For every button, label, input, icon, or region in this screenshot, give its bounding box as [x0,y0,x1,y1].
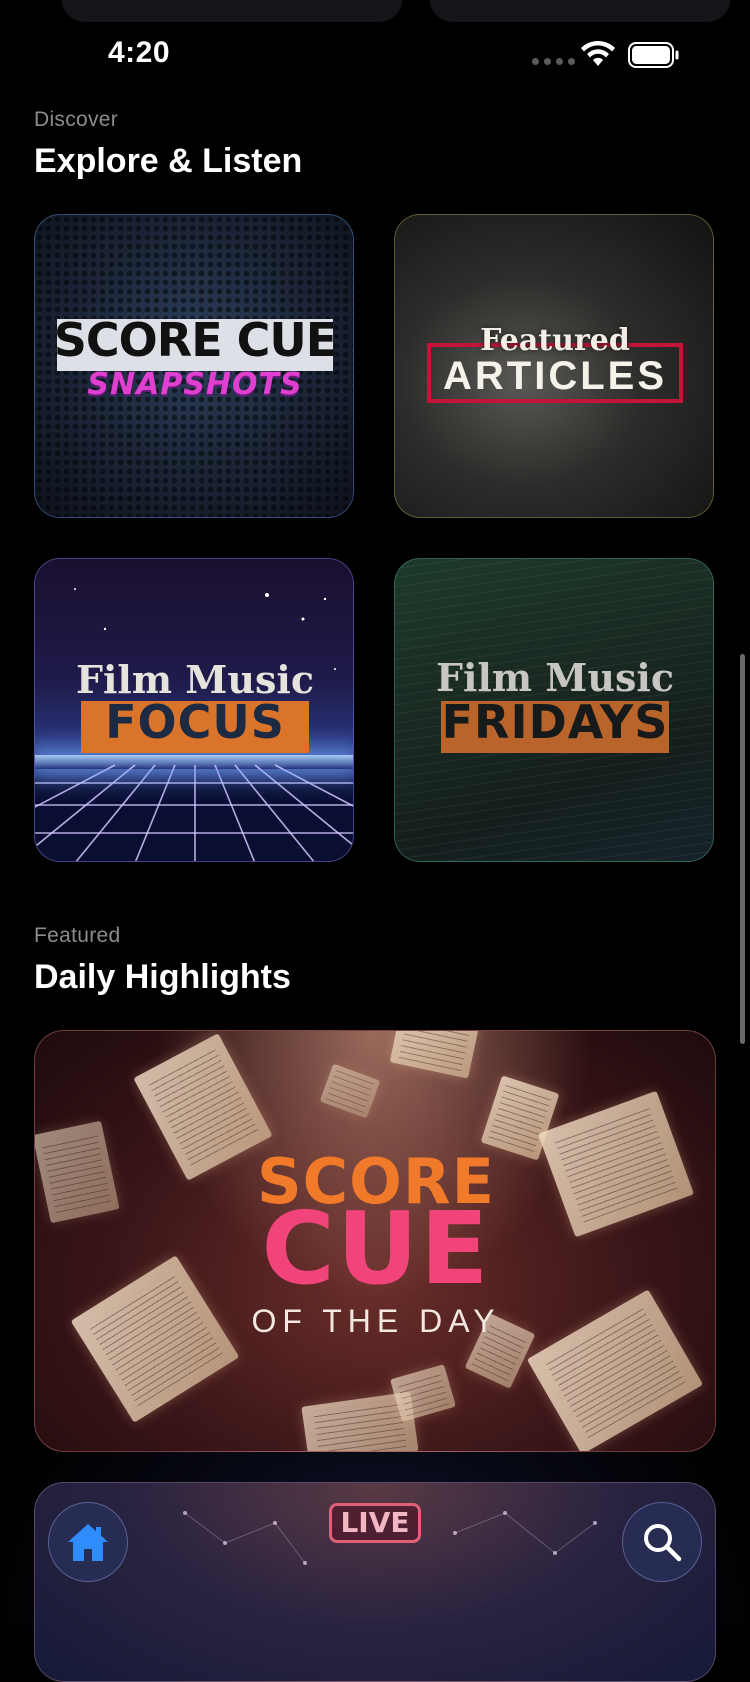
status-time: 4:20 [108,36,171,69]
fridays-main-label: FRIDAYS [441,695,669,749]
status-bar: 4:20 [0,0,750,100]
live-badge: LIVE [329,1503,421,1543]
explore-listen-title: Explore & Listen [34,142,303,180]
featured-eyebrow: Featured [34,924,121,947]
highlight-line2: CUE [261,1190,491,1307]
articles-main-label: ARTICLES [443,354,667,398]
dynamic-island [270,22,482,58]
horizon-glow [35,755,353,769]
tile-film-music-fridays[interactable]: Film Music FRIDAYS [394,558,714,862]
score-cue-of-the-day-card[interactable]: SCORE CUE OF THE DAY [34,1030,716,1452]
scrollbar[interactable] [740,654,745,1044]
snapshots-title: SCORE CUE [53,313,337,367]
tile-film-music-focus[interactable]: Film Music FOCUS [34,558,354,862]
battery-icon [628,42,679,68]
live-card[interactable]: LIVE [34,1482,716,1682]
focus-main-label: FOCUS [105,695,285,749]
daily-highlights-title: Daily Highlights [34,958,291,996]
articles-top-label: Featured [480,323,630,358]
home-icon [68,1524,108,1561]
tile-score-cue-snapshots[interactable]: SCORE CUE SNAPSHOTS [34,214,354,518]
home-button[interactable] [48,1502,128,1582]
sheet-music [390,1364,456,1422]
snapshots-subtitle: SNAPSHOTS [87,367,303,402]
tile-featured-articles[interactable]: Featured ARTICLES [394,214,714,518]
sheet-music [319,1063,381,1119]
wifi-icon [581,40,615,66]
sheet-music [389,1031,481,1079]
fridays-top-label: Film Music [436,655,674,700]
search-icon [644,1524,682,1562]
search-button[interactable] [622,1502,702,1582]
highlight-line3: OF THE DAY [251,1303,501,1339]
discover-eyebrow: Discover [34,108,119,131]
signal-dots [532,58,575,65]
